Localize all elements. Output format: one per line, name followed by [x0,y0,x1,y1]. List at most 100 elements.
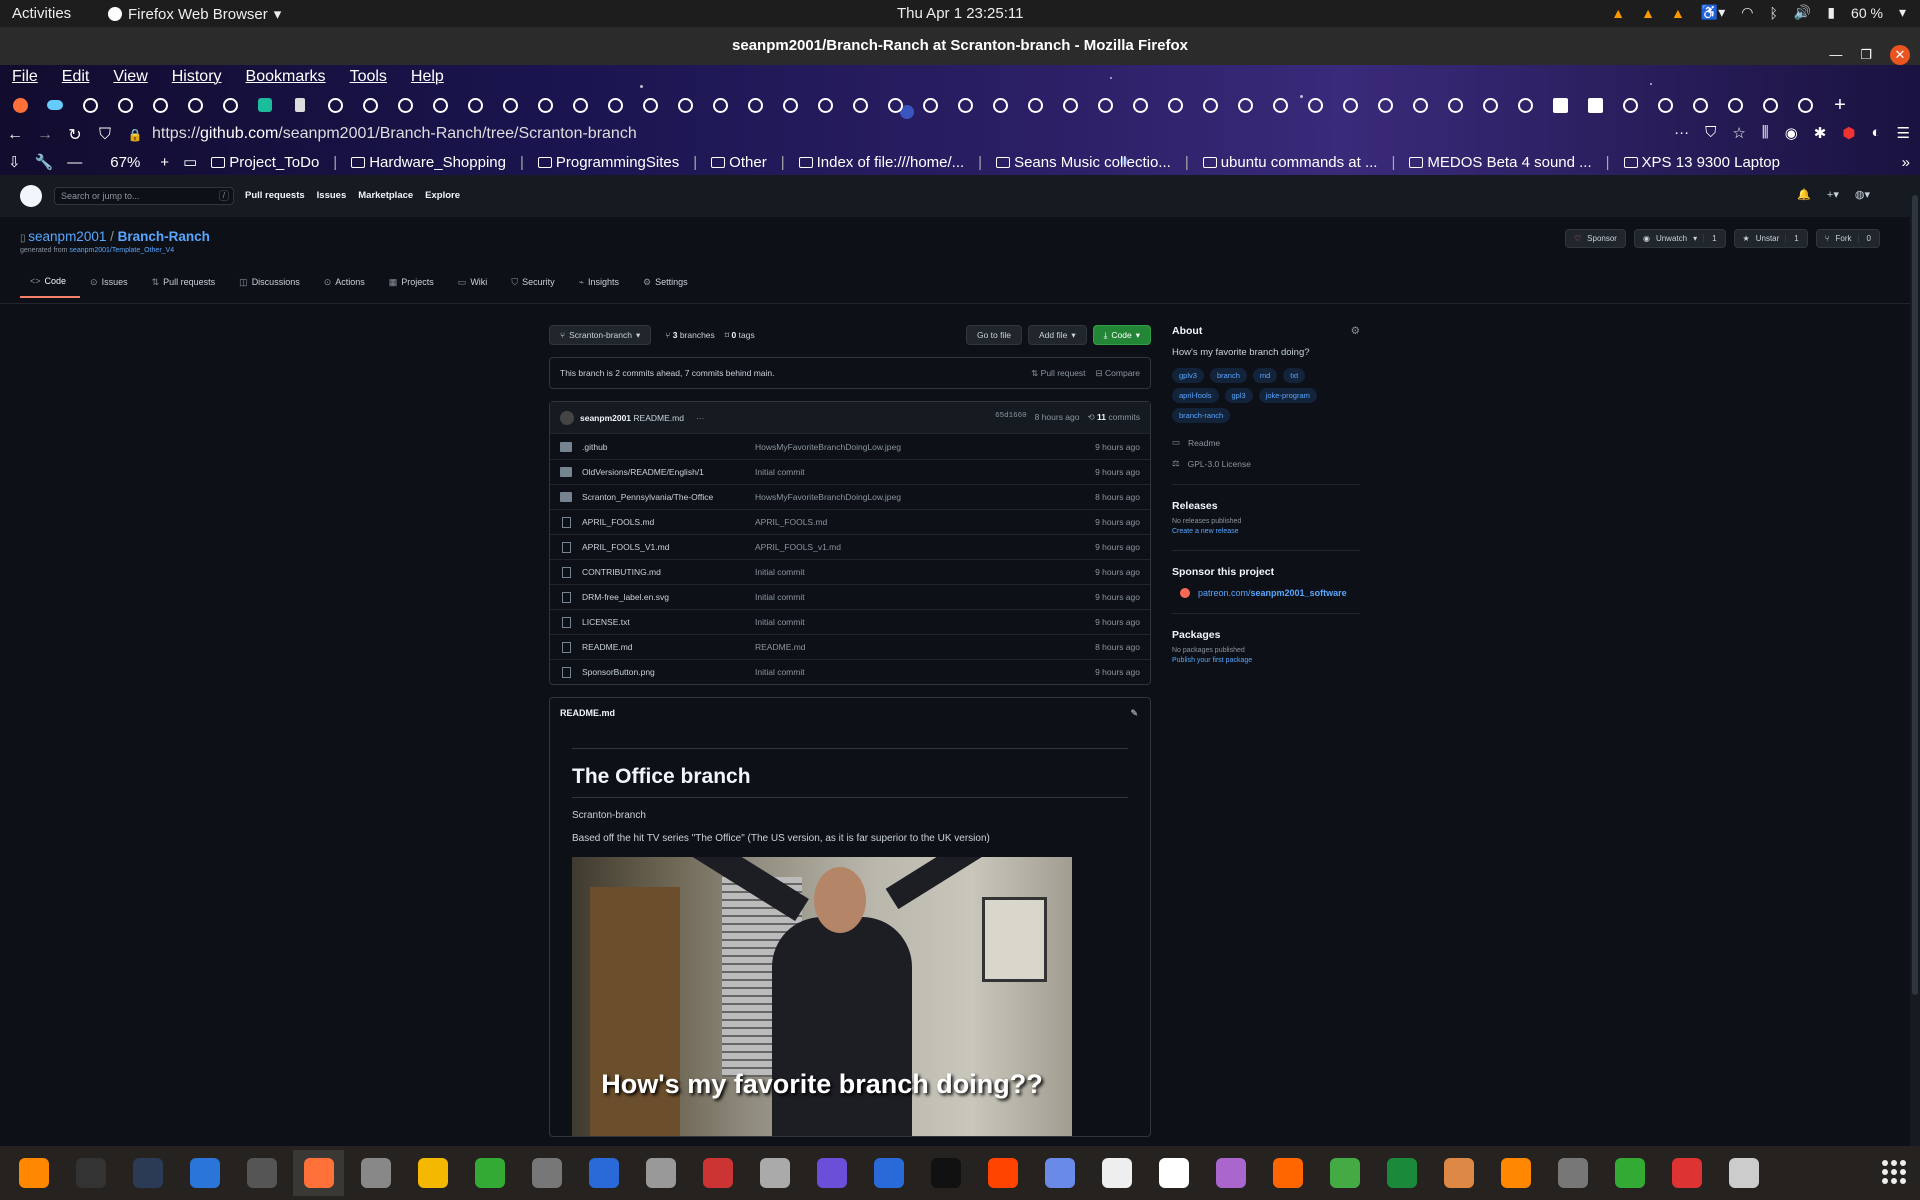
close-button[interactable]: ✕ [1890,45,1910,65]
unwatch-button[interactable]: ◉ Unwatch ▾ 1 [1633,229,1726,248]
browser-tab[interactable] [988,93,1012,117]
ublock-icon[interactable]: ⬢ [1842,124,1855,142]
bookmark-item[interactable]: XPS 13 9300 Laptop [1623,154,1780,171]
browser-tab[interactable] [673,93,697,117]
dock-item[interactable] [1205,1150,1256,1196]
dock-item[interactable] [692,1150,743,1196]
browser-tab[interactable] [218,93,242,117]
gh-nav-pull-requests[interactable]: Pull requests [245,190,305,201]
dock-item[interactable] [65,1150,116,1196]
file-name[interactable]: Scranton_Pennsylvania/The-Office [582,492,755,502]
reload-button[interactable]: ↻ [60,125,90,145]
dock-item[interactable] [1262,1150,1313,1196]
browser-tab[interactable] [1058,93,1082,117]
browser-tab[interactable] [1408,93,1432,117]
scrollbar-thumb[interactable] [1912,195,1918,995]
dock-item[interactable] [350,1150,401,1196]
commit-sha[interactable]: 65d1660 [995,412,1027,423]
table-row[interactable]: APRIL_FOOLS_V1.md APRIL_FOOLS_v1.md 9 hour… [550,534,1150,559]
file-commit-message[interactable]: Initial commit [755,617,805,627]
dock-item[interactable] [806,1150,857,1196]
gh-nav-issues[interactable]: Issues [317,190,347,201]
topic-tag[interactable]: gplv3 [1172,368,1204,383]
browser-tab[interactable] [813,93,837,117]
system-tray[interactable]: ▲ ▲ ▲ ♿▾ ◠ ᛒ 🔊 ▮ 60 % ▾ [1611,4,1906,21]
browser-tab[interactable] [253,93,277,117]
dock-item[interactable] [1319,1150,1370,1196]
file-name[interactable]: CONTRIBUTING.md [582,567,755,577]
dock-item[interactable] [407,1150,458,1196]
shield-icon[interactable]: ⛉ [90,126,120,144]
tab-security[interactable]: ⛉ Security [501,269,568,298]
browser-tab[interactable] [1688,93,1712,117]
packages-heading[interactable]: Packages [1172,629,1360,641]
bookmark-item[interactable]: Project_ToDo | [211,154,337,171]
browser-tab[interactable] [918,93,942,117]
dock-item[interactable] [179,1150,230,1196]
browser-tab[interactable] [1723,93,1747,117]
browser-tab[interactable] [1233,93,1257,117]
file-name[interactable]: README.md [582,642,755,652]
dock-item[interactable] [464,1150,515,1196]
fork-count[interactable]: 0 [1857,234,1871,243]
browser-tab[interactable] [148,93,172,117]
battery-icon[interactable]: ▮ [1827,4,1835,21]
pocket-icon[interactable]: ⛉ [1705,124,1716,142]
browser-tab[interactable] [883,93,907,117]
zoom-in-button[interactable]: + [160,154,169,171]
zoom-out-button[interactable]: — [67,154,82,171]
browser-tab[interactable] [288,93,312,117]
browser-tab[interactable] [1618,93,1642,117]
file-name[interactable]: .github [582,442,755,452]
browser-tab[interactable] [1478,93,1502,117]
tab-wiki[interactable]: ▭ Wiki [448,269,502,298]
file-commit-message[interactable]: HowsMyFavoriteBranchDoingLow.jpeg [755,442,901,452]
dock-item[interactable] [920,1150,971,1196]
browser-tab[interactable] [1758,93,1782,117]
table-row[interactable]: SponsorButton.png Initial commit 9 hours a… [550,659,1150,684]
browser-tab[interactable] [1338,93,1362,117]
browser-tab[interactable] [743,93,767,117]
dock-item[interactable] [635,1150,686,1196]
compare-link[interactable]: ⊟ Compare [1096,368,1140,379]
license-link[interactable]: ⚖ GPL-3.0 License [1172,458,1360,469]
browser-tab[interactable] [428,93,452,117]
menu-history[interactable]: History [172,68,222,86]
browser-tab[interactable] [463,93,487,117]
github-extension-icon[interactable]: ◐ [1871,124,1880,142]
wrench-icon[interactable]: 🔧 [35,153,54,171]
github-logo-icon[interactable] [20,185,42,207]
more-actions-icon[interactable]: ··· [1674,124,1689,142]
volume-icon[interactable]: 🔊 [1794,4,1811,21]
table-row[interactable]: README.md README.md 8 hours ago [550,634,1150,659]
hamburger-menu-icon[interactable]: ☰ [1897,124,1910,142]
topic-tag[interactable]: joke-program [1258,388,1317,403]
topic-tag[interactable]: gpl3 [1224,388,1253,403]
page-scrollbar[interactable] [1910,175,1920,1146]
dock-item[interactable] [8,1150,59,1196]
browser-tab[interactable] [323,93,347,117]
branches-link[interactable]: ⑂ 3 branches [665,330,715,340]
dock-item[interactable] [521,1150,572,1196]
dock-item[interactable] [293,1150,344,1196]
file-name[interactable]: DRM-free_label.en.svg [582,592,755,602]
bookmark-star-icon[interactable]: ☆ [1732,124,1745,142]
bookmark-item[interactable]: ubuntu commands at ... | [1202,154,1395,171]
publish-package-link[interactable]: Publish your first package [1172,657,1360,664]
extensions-icon[interactable]: ✱ [1814,124,1827,142]
browser-tab[interactable] [1443,93,1467,117]
star-count[interactable]: 1 [1785,234,1799,243]
bookmark-item[interactable]: MEDOS Beta 4 sound ... | [1409,154,1610,171]
topic-tag[interactable]: branch [1209,368,1247,383]
tab-insights[interactable]: ⌁ Insights [569,269,633,298]
releases-heading[interactable]: Releases [1172,500,1360,512]
dock-item[interactable] [1376,1150,1427,1196]
dock-item[interactable] [749,1150,800,1196]
bookmark-item[interactable]: Index of file:///home/... | [798,154,982,171]
chevron-down-icon[interactable]: ▾ [1899,4,1906,21]
dock-item[interactable] [977,1150,1028,1196]
fork-button[interactable]: ⑂ Fork 0 [1815,229,1880,248]
commit-message[interactable]: README.md [633,413,684,423]
browser-tab[interactable] [1093,93,1117,117]
browser-tab[interactable] [1548,93,1572,117]
